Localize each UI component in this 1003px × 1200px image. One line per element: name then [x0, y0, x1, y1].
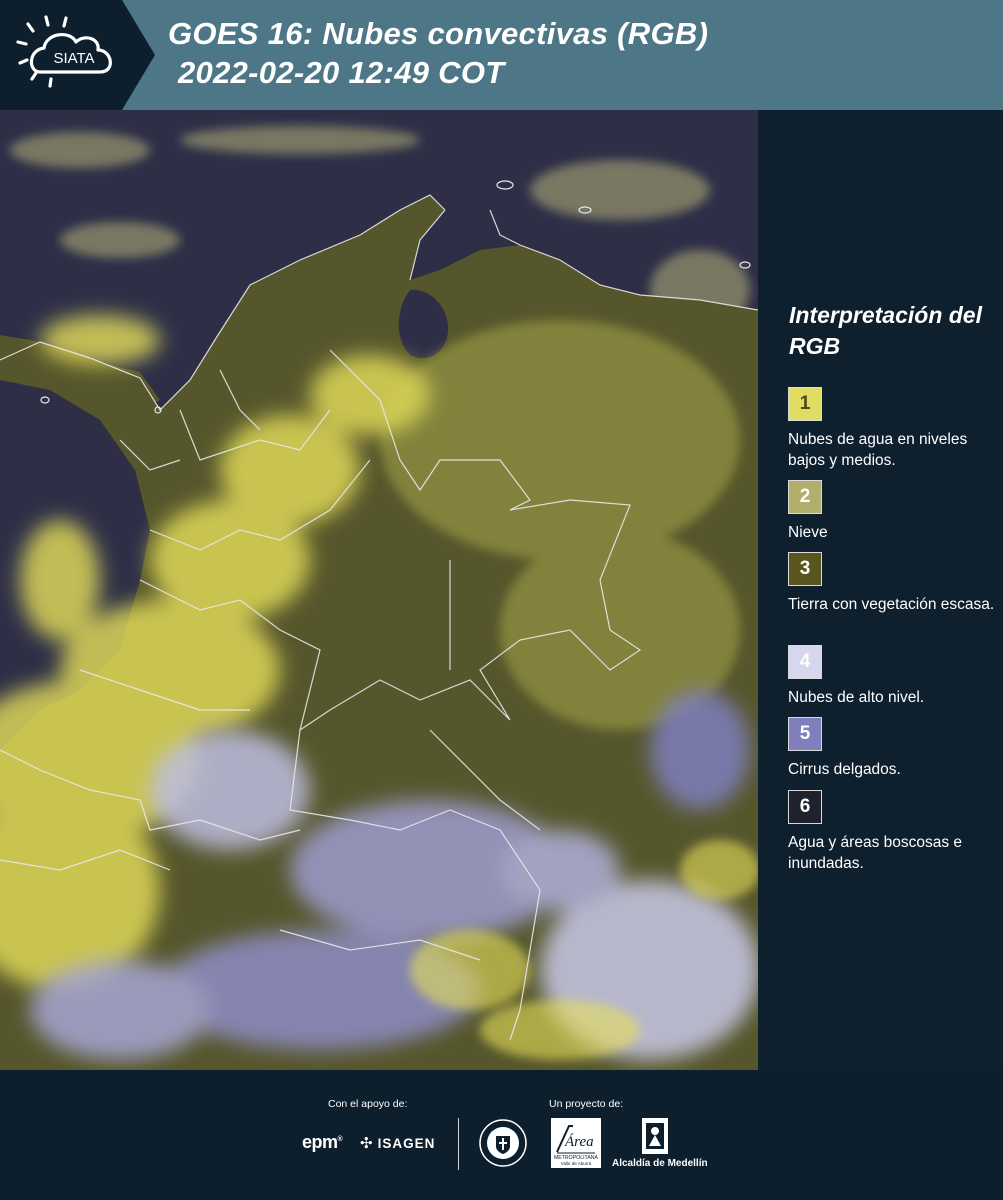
legend-number: 4 [799, 651, 811, 672]
legend-swatch: 2 [788, 480, 822, 514]
legend-label: Nubes de alto nivel. [788, 689, 925, 706]
legend-label: Nieve [788, 524, 828, 541]
isagen-mark-icon: ✣ [360, 1135, 374, 1152]
project-caption: Un proyecto de: [549, 1098, 624, 1110]
legend-swatch: 1 [788, 387, 822, 421]
epm-logo: epm® [302, 1132, 343, 1152]
legend-number: 5 [799, 723, 811, 744]
support-caption: Con el apoyo de: [328, 1098, 408, 1110]
epm-logo-text: epm [302, 1132, 338, 1152]
legend-item: 3 Tierra con vegetación escasa. [788, 552, 998, 615]
header-bar: SIATA GOES 16: Nubes convectivas (RGB) 2… [0, 0, 1003, 110]
footer: Con el apoyo de: Un proyecto de: epm® ✣ I… [0, 1070, 1003, 1200]
legend-number: 3 [799, 558, 811, 579]
legend-label: Nubes de agua en niveles bajos y medios. [788, 431, 968, 469]
legend-swatch: 5 [788, 717, 822, 751]
footer-divider [458, 1118, 459, 1170]
alcaldia-name: Alcaldía de Medellín [612, 1158, 708, 1169]
isagen-logo: ✣ ISAGEN [360, 1134, 435, 1152]
legend-label: Tierra con vegetación escasa. [788, 596, 995, 613]
legend-swatch: 4 [788, 645, 822, 679]
legend-label: Cirrus delgados. [788, 761, 901, 778]
alcaldia-medellin-logo [612, 1118, 672, 1163]
legend-item: 2 Nieve [788, 480, 998, 543]
page-timestamp: 2022-02-20 12:49 COT [178, 55, 505, 90]
area-metropolitana-logo: Área METROPOLITANA Valle de Aburrá [551, 1118, 601, 1173]
legend-label: Agua y áreas boscosas e inundadas. [788, 834, 963, 872]
legend-number: 6 [799, 796, 811, 817]
legend-item: 4 Nubes de alto nivel. [788, 645, 998, 708]
legend-item: 1 Nubes de agua en niveles bajos y medio… [788, 387, 998, 471]
isagen-logo-text: ISAGEN [377, 1136, 436, 1151]
legend-number: 2 [799, 486, 811, 507]
legend-panel: Interpretación del RGB 1 Nubes de agua e… [758, 110, 1003, 1070]
legend-item: 5 Cirrus delgados. [788, 717, 998, 780]
legend-swatch: 3 [788, 552, 822, 586]
legend-swatch: 6 [788, 790, 822, 824]
svg-text:Área: Área [564, 1133, 594, 1150]
page-title: GOES 16: Nubes convectivas (RGB) [168, 16, 709, 51]
satellite-rgb-map [0, 110, 758, 1070]
legend-title: Interpretación del RGB [789, 302, 982, 359]
siata-logo: SIATA [0, 0, 155, 110]
legend-item: 6 Agua y áreas boscosas e inundadas. [788, 790, 998, 874]
siata-logo-text: SIATA [53, 50, 94, 67]
legend-number: 1 [799, 393, 811, 414]
medellin-seal-logo [478, 1118, 528, 1173]
svg-text:Valle de Aburrá: Valle de Aburrá [561, 1161, 592, 1166]
